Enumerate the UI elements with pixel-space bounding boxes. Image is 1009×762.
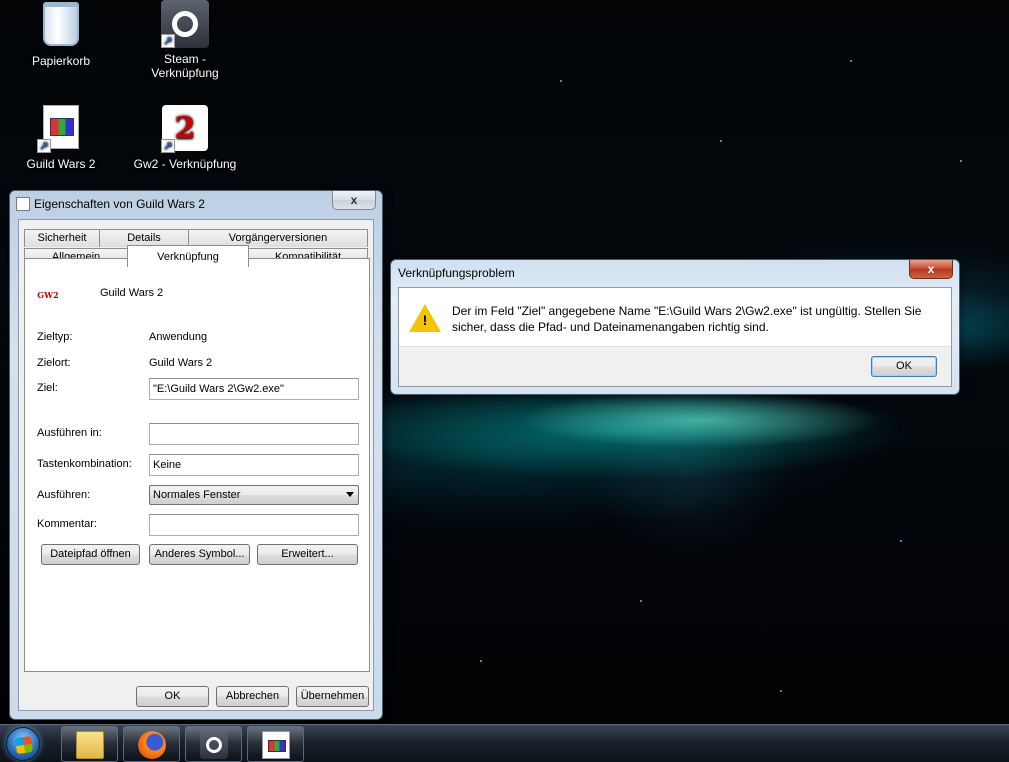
error-title: Verknüpfungsproblem [398,266,515,280]
desktop-icon-label: Gw2 - Verknüpfung [133,157,237,171]
steam-icon [200,731,228,759]
ziel-input[interactable]: "E:\Guild Wars 2\Gw2.exe" [149,378,359,400]
star [560,80,562,82]
star [850,60,852,62]
recycle-bin-icon [37,2,85,50]
star [780,690,782,692]
uebernehmen-button[interactable]: Übernehmen [296,686,369,707]
shortcut-arrow-icon: ↗ [161,139,175,153]
ausfuehren-select-value: Normales Fenster [153,489,241,501]
tastenkombination-input[interactable]: Keine [149,454,359,476]
firefox-icon [138,731,166,759]
anderes-symbol-button[interactable]: Anderes Symbol... [149,544,250,565]
guild-wars-logo-icon: GW2 [37,290,59,300]
properties-titlebar[interactable]: Eigenschaften von Guild Wars 2 x [10,191,382,217]
dateipfad-oeffnen-button[interactable]: Dateipfad öffnen [41,544,140,565]
warning-exclamation: ! [422,312,428,328]
ausfuehren-in-label: Ausführen in: [37,427,102,439]
desktop-icon-gw2-shortcut[interactable]: 2 ↗ Gw2 - Verknüpfung [130,105,240,171]
app-name: Guild Wars 2 [100,287,164,299]
star [480,660,482,662]
tastenkombination-label: Tastenkombination: [37,458,132,470]
desktop-icon-label: Steam - Verknüpfung [151,52,219,80]
separator [36,317,358,318]
ziel-label: Ziel: [37,382,58,394]
zielort-value: Guild Wars 2 [149,357,213,369]
shortcut-arrow-icon: ↗ [37,139,51,153]
tab-verknuepfung[interactable]: Verknüpfung [127,245,249,267]
taskbar [0,724,1009,762]
desktop-icon-label: Papierkorb [31,54,91,68]
zieltyp-value: Anwendung [149,331,208,343]
error-titlebar[interactable]: Verknüpfungsproblem x [391,260,959,286]
erweitert-button[interactable]: Erweitert... [257,544,358,565]
error-close-button[interactable]: x [909,260,953,279]
star [640,600,642,602]
separator [36,409,358,410]
ok-button[interactable]: OK [136,686,209,707]
properties-dialog: Eigenschaften von Guild Wars 2 x Sicherh… [9,190,383,720]
zieltyp-label: Zieltyp: [37,331,73,343]
ausfuehren-select[interactable]: Normales Fenster [149,485,359,505]
error-ok-button[interactable]: OK [871,356,937,377]
star [900,540,902,542]
chevron-down-icon [346,492,354,497]
taskbar-steam-button[interactable] [185,726,242,762]
kommentar-input[interactable] [149,514,359,536]
desktop-icon-label: Guild Wars 2 [26,157,96,171]
error-message: Der im Feld "Ziel" angegebene Name "E:\G… [452,304,922,334]
properties-close-button[interactable]: x [332,191,376,210]
gw2-dragon-icon: 2 ↗ [161,105,209,153]
taskbar-shortcut-button[interactable] [247,726,304,762]
error-body: ! Der im Feld "Ziel" angegebene Name "E:… [398,287,952,387]
document-shortcut-icon: ↗ [37,105,85,153]
shortcut-file-icon [16,197,30,211]
star [960,160,962,162]
star [720,140,722,142]
taskbar-explorer-button[interactable] [61,726,118,762]
ausfuehren-in-input[interactable] [149,423,359,445]
abbrechen-button[interactable]: Abbrechen [216,686,289,707]
zielort-label: Zielort: [37,357,71,369]
error-footer: OK [399,346,951,386]
kommentar-label: Kommentar: [37,518,97,530]
desktop-icon-steam[interactable]: ↗ Steam - Verknüpfung [130,0,240,80]
desktop-icon-papierkorb[interactable]: Papierkorb [6,2,116,68]
properties-title: Eigenschaften von Guild Wars 2 [34,197,205,211]
shortcut-document-icon [262,731,290,759]
desktop-icon-guild-wars-2[interactable]: ↗ Guild Wars 2 [6,105,116,171]
explorer-folder-icon [76,731,104,759]
steam-icon: ↗ [161,0,209,48]
tab-sicherheit[interactable]: Sicherheit [24,229,100,247]
ausfuehren-label: Ausführen: [37,489,91,501]
shortcut-arrow-icon: ↗ [161,34,175,48]
start-orb-icon[interactable] [6,727,40,761]
taskbar-firefox-button[interactable] [123,726,180,762]
error-dialog: Verknüpfungsproblem x ! Der im Feld "Zie… [390,259,960,395]
